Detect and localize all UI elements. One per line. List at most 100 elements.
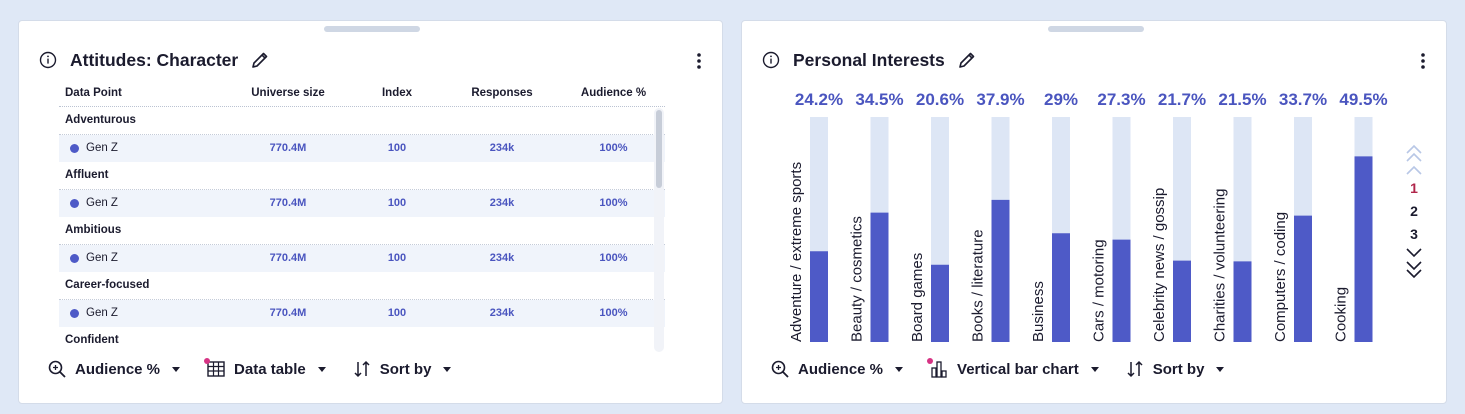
- table-row[interactable]: Gen Z 770.4M 100 234k 100%: [59, 134, 665, 162]
- bar[interactable]: [1354, 156, 1373, 342]
- data-table: Data Point Universe size Index Responses…: [59, 80, 665, 352]
- audience-dot-icon: [70, 253, 79, 263]
- audience-label: Gen Z: [86, 142, 118, 155]
- bar[interactable]: [991, 199, 1010, 342]
- bar[interactable]: [1173, 260, 1191, 342]
- bar-value-label: 33.7%: [1279, 90, 1327, 109]
- chevron-down-icon: [172, 367, 181, 372]
- sort-label: Sort by: [1152, 360, 1205, 378]
- audience-dot-icon: [70, 143, 79, 153]
- metric-label: Audience %: [75, 360, 161, 378]
- page-number[interactable]: 3: [1402, 223, 1426, 246]
- index-cell: 100: [387, 142, 407, 155]
- sort-dropdown[interactable]: Sort by: [1125, 359, 1227, 379]
- view-dropdown[interactable]: Vertical bar chart: [927, 358, 1101, 379]
- index-cell: 100: [387, 307, 407, 320]
- scrollbar-thumb[interactable]: [656, 110, 662, 188]
- bar[interactable]: [1294, 215, 1312, 342]
- category-label: Celebrity news / gossip: [1151, 188, 1168, 342]
- view-dropdown[interactable]: Data table: [204, 358, 328, 379]
- bar[interactable]: [1112, 239, 1131, 342]
- audience-label: Gen Z: [86, 307, 118, 320]
- next-page-icon[interactable]: [1406, 246, 1422, 260]
- column-header[interactable]: Responses: [442, 87, 562, 99]
- category-label: Board games: [909, 253, 926, 342]
- table-row[interactable]: Gen Z 770.4M 100 234k 100%: [59, 189, 665, 217]
- view-label: Data table: [234, 360, 306, 378]
- bar-value-label: 34.5%: [855, 90, 903, 109]
- vertical-bar-chart: 24.2% Adventure / extreme sports 34.5% Beau…: [788, 90, 1388, 342]
- drag-handle[interactable]: [324, 26, 420, 32]
- universe-cell: 770.4M: [269, 197, 307, 210]
- category-label: Charities / volunteering: [1212, 189, 1229, 342]
- column-header[interactable]: Universe size: [224, 87, 352, 99]
- sort-dropdown[interactable]: Sort by: [352, 359, 454, 379]
- index-cell: 100: [387, 252, 407, 265]
- chevron-down-icon: [1090, 367, 1099, 372]
- zoom-icon: [48, 360, 66, 378]
- table-group-row: Confident: [59, 327, 665, 352]
- bar[interactable]: [810, 251, 828, 342]
- category-label: Adventure / extreme sports: [788, 162, 805, 342]
- bar-value-label: 29%: [1044, 90, 1078, 109]
- audience-cell: 100%: [599, 307, 628, 320]
- chart-pager: 1 2 3: [1402, 141, 1426, 301]
- column-header[interactable]: Index: [352, 87, 442, 99]
- chevron-down-icon: [317, 367, 326, 372]
- data-point-cell: Gen Z: [59, 307, 224, 319]
- sort-icon: [354, 360, 370, 378]
- bar-value-label: 20.6%: [916, 90, 964, 109]
- table-group-row: Adventurous: [59, 107, 665, 135]
- column-header[interactable]: Data Point: [59, 87, 224, 99]
- audience-dot-icon: [70, 198, 79, 208]
- notification-dot: [927, 358, 934, 364]
- metric-label: Audience %: [798, 360, 884, 378]
- category-label: Cooking: [1333, 287, 1350, 342]
- edit-pencil-icon[interactable]: [250, 50, 270, 70]
- category-label: Cars / motoring: [1091, 239, 1108, 342]
- category-label: Computers / coding: [1272, 212, 1289, 342]
- personal-interests-panel: Personal Interests 24.2% Adventure / extr…: [741, 20, 1447, 404]
- category-label: Beauty / cosmetics: [849, 216, 866, 342]
- data-point-cell: Gen Z: [59, 142, 224, 154]
- page-number[interactable]: 1: [1402, 177, 1426, 200]
- page-number[interactable]: 2: [1402, 200, 1426, 223]
- last-page-icon[interactable]: [1406, 260, 1422, 282]
- more-options-icon[interactable]: [696, 52, 702, 70]
- bar-value-label: 49.5%: [1339, 90, 1387, 109]
- chevron-down-icon: [443, 367, 452, 372]
- bar-value-label: 21.7%: [1158, 90, 1206, 109]
- bar[interactable]: [1233, 261, 1252, 342]
- panel-footer: Audience % Data table Sort by: [47, 357, 477, 381]
- chevron-down-icon: [895, 367, 904, 372]
- attitudes-panel: Attitudes: Character Data Point Universe…: [18, 20, 723, 404]
- universe-cell: 770.4M: [269, 252, 307, 265]
- table-row[interactable]: Gen Z 770.4M 100 234k 100%: [59, 244, 665, 272]
- bar[interactable]: [931, 264, 949, 342]
- panel-header: Attitudes: Character: [39, 48, 702, 72]
- zoom-icon: [771, 360, 789, 378]
- responses-cell: 234k: [489, 252, 515, 265]
- previous-page-icon[interactable]: [1406, 163, 1422, 177]
- responses-cell: 234k: [489, 307, 515, 320]
- notification-dot: [204, 358, 211, 364]
- panel-title: Attitudes: Character: [70, 49, 239, 70]
- bar[interactable]: [870, 212, 889, 342]
- sort-icon: [1127, 360, 1143, 378]
- audience-cell: 100%: [599, 142, 628, 155]
- category-label: Business: [1030, 281, 1047, 342]
- audience-dot-icon: [70, 308, 79, 318]
- info-icon[interactable]: [39, 51, 57, 69]
- audience-label: Gen Z: [86, 197, 118, 210]
- first-page-icon[interactable]: [1406, 141, 1422, 163]
- table-row[interactable]: Gen Z 770.4M 100 234k 100%: [59, 299, 665, 327]
- index-cell: 100: [387, 197, 407, 210]
- table-group-row: Career-focused: [59, 272, 665, 300]
- bar[interactable]: [1052, 233, 1070, 342]
- metric-dropdown[interactable]: Audience %: [47, 359, 182, 379]
- table-scrollbar[interactable]: [654, 108, 664, 352]
- data-point-cell: Gen Z: [59, 252, 224, 264]
- metric-dropdown[interactable]: Audience %: [770, 359, 905, 379]
- column-header[interactable]: Audience %: [562, 87, 665, 99]
- table-header: Data Point Universe size Index Responses…: [59, 80, 665, 107]
